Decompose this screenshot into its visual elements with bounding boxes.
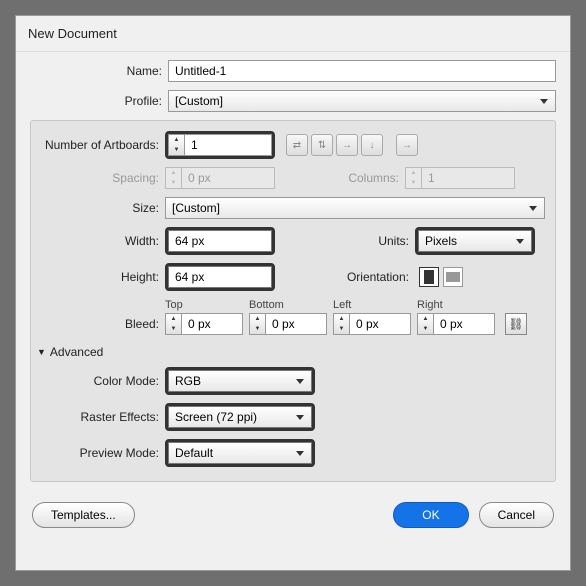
profile-label: Profile: bbox=[30, 94, 168, 108]
spacing-input bbox=[181, 167, 275, 189]
bleed-bottom-input[interactable] bbox=[265, 313, 327, 335]
bleed-top-input[interactable] bbox=[181, 313, 243, 335]
ok-button[interactable]: OK bbox=[393, 502, 468, 528]
width-input[interactable] bbox=[168, 230, 272, 252]
units-select[interactable] bbox=[418, 230, 532, 252]
bleed-left-input[interactable] bbox=[349, 313, 411, 335]
bleed-right-stepper[interactable]: ▲▼ bbox=[417, 313, 433, 335]
height-input[interactable] bbox=[168, 266, 272, 288]
artboards-label: Number of Artboards: bbox=[41, 138, 165, 152]
arrange-right-icon[interactable]: → bbox=[336, 134, 358, 156]
columns-stepper: ▲▼ bbox=[405, 167, 421, 189]
bleed-right-input[interactable] bbox=[433, 313, 495, 335]
cancel-button[interactable]: Cancel bbox=[479, 502, 554, 528]
name-label: Name: bbox=[30, 64, 168, 78]
bleed-top-stepper[interactable]: ▲▼ bbox=[165, 313, 181, 335]
orientation-portrait-icon[interactable] bbox=[419, 267, 439, 287]
preview-mode-select[interactable] bbox=[168, 442, 312, 464]
name-input[interactable] bbox=[168, 60, 556, 82]
size-select[interactable] bbox=[165, 197, 545, 219]
arrange-ltr-icon[interactable]: → bbox=[396, 134, 418, 156]
advanced-label: Advanced bbox=[50, 345, 103, 359]
chevron-down-icon: ▼ bbox=[37, 347, 46, 357]
bleed-label: Bleed: bbox=[41, 317, 165, 331]
orientation-landscape-icon[interactable] bbox=[443, 267, 463, 287]
artboards-input[interactable] bbox=[184, 134, 272, 156]
templates-button[interactable]: Templates... bbox=[32, 502, 135, 528]
bleed-left-label: Left bbox=[333, 299, 417, 311]
bleed-bottom-stepper[interactable]: ▲▼ bbox=[249, 313, 265, 335]
color-mode-label: Color Mode: bbox=[41, 374, 165, 388]
spacing-label: Spacing: bbox=[41, 171, 165, 185]
color-mode-select[interactable] bbox=[168, 370, 312, 392]
columns-label: Columns: bbox=[275, 171, 405, 185]
bleed-top-label: Top bbox=[165, 299, 249, 311]
height-label: Height: bbox=[41, 270, 165, 284]
new-document-dialog: New Document Name: Profile: Number of Ar… bbox=[15, 15, 571, 571]
bleed-bottom-label: Bottom bbox=[249, 299, 333, 311]
units-label: Units: bbox=[275, 234, 415, 248]
dialog-title: New Document bbox=[16, 16, 570, 52]
profile-select[interactable] bbox=[168, 90, 556, 112]
raster-effects-select[interactable] bbox=[168, 406, 312, 428]
orientation-label: Orientation: bbox=[275, 270, 415, 284]
bleed-left-stepper[interactable]: ▲▼ bbox=[333, 313, 349, 335]
width-label: Width: bbox=[41, 234, 165, 248]
columns-input bbox=[421, 167, 515, 189]
grid-by-column-icon[interactable]: ⇅ bbox=[311, 134, 333, 156]
raster-effects-label: Raster Effects: bbox=[41, 410, 165, 424]
bleed-right-label: Right bbox=[417, 299, 501, 311]
advanced-toggle[interactable]: ▼ Advanced bbox=[37, 345, 545, 359]
preview-mode-label: Preview Mode: bbox=[41, 446, 165, 460]
arrange-down-icon[interactable]: ↓ bbox=[361, 134, 383, 156]
grid-by-row-icon[interactable]: ⇄ bbox=[286, 134, 308, 156]
link-bleed-icon[interactable]: ⛓ bbox=[505, 313, 527, 335]
document-panel: Number of Artboards: ▲▼ ⇄ ⇅ → ↓ → bbox=[30, 120, 556, 482]
artboards-stepper[interactable]: ▲▼ bbox=[168, 134, 184, 156]
size-label: Size: bbox=[41, 201, 165, 215]
spacing-stepper: ▲▼ bbox=[165, 167, 181, 189]
